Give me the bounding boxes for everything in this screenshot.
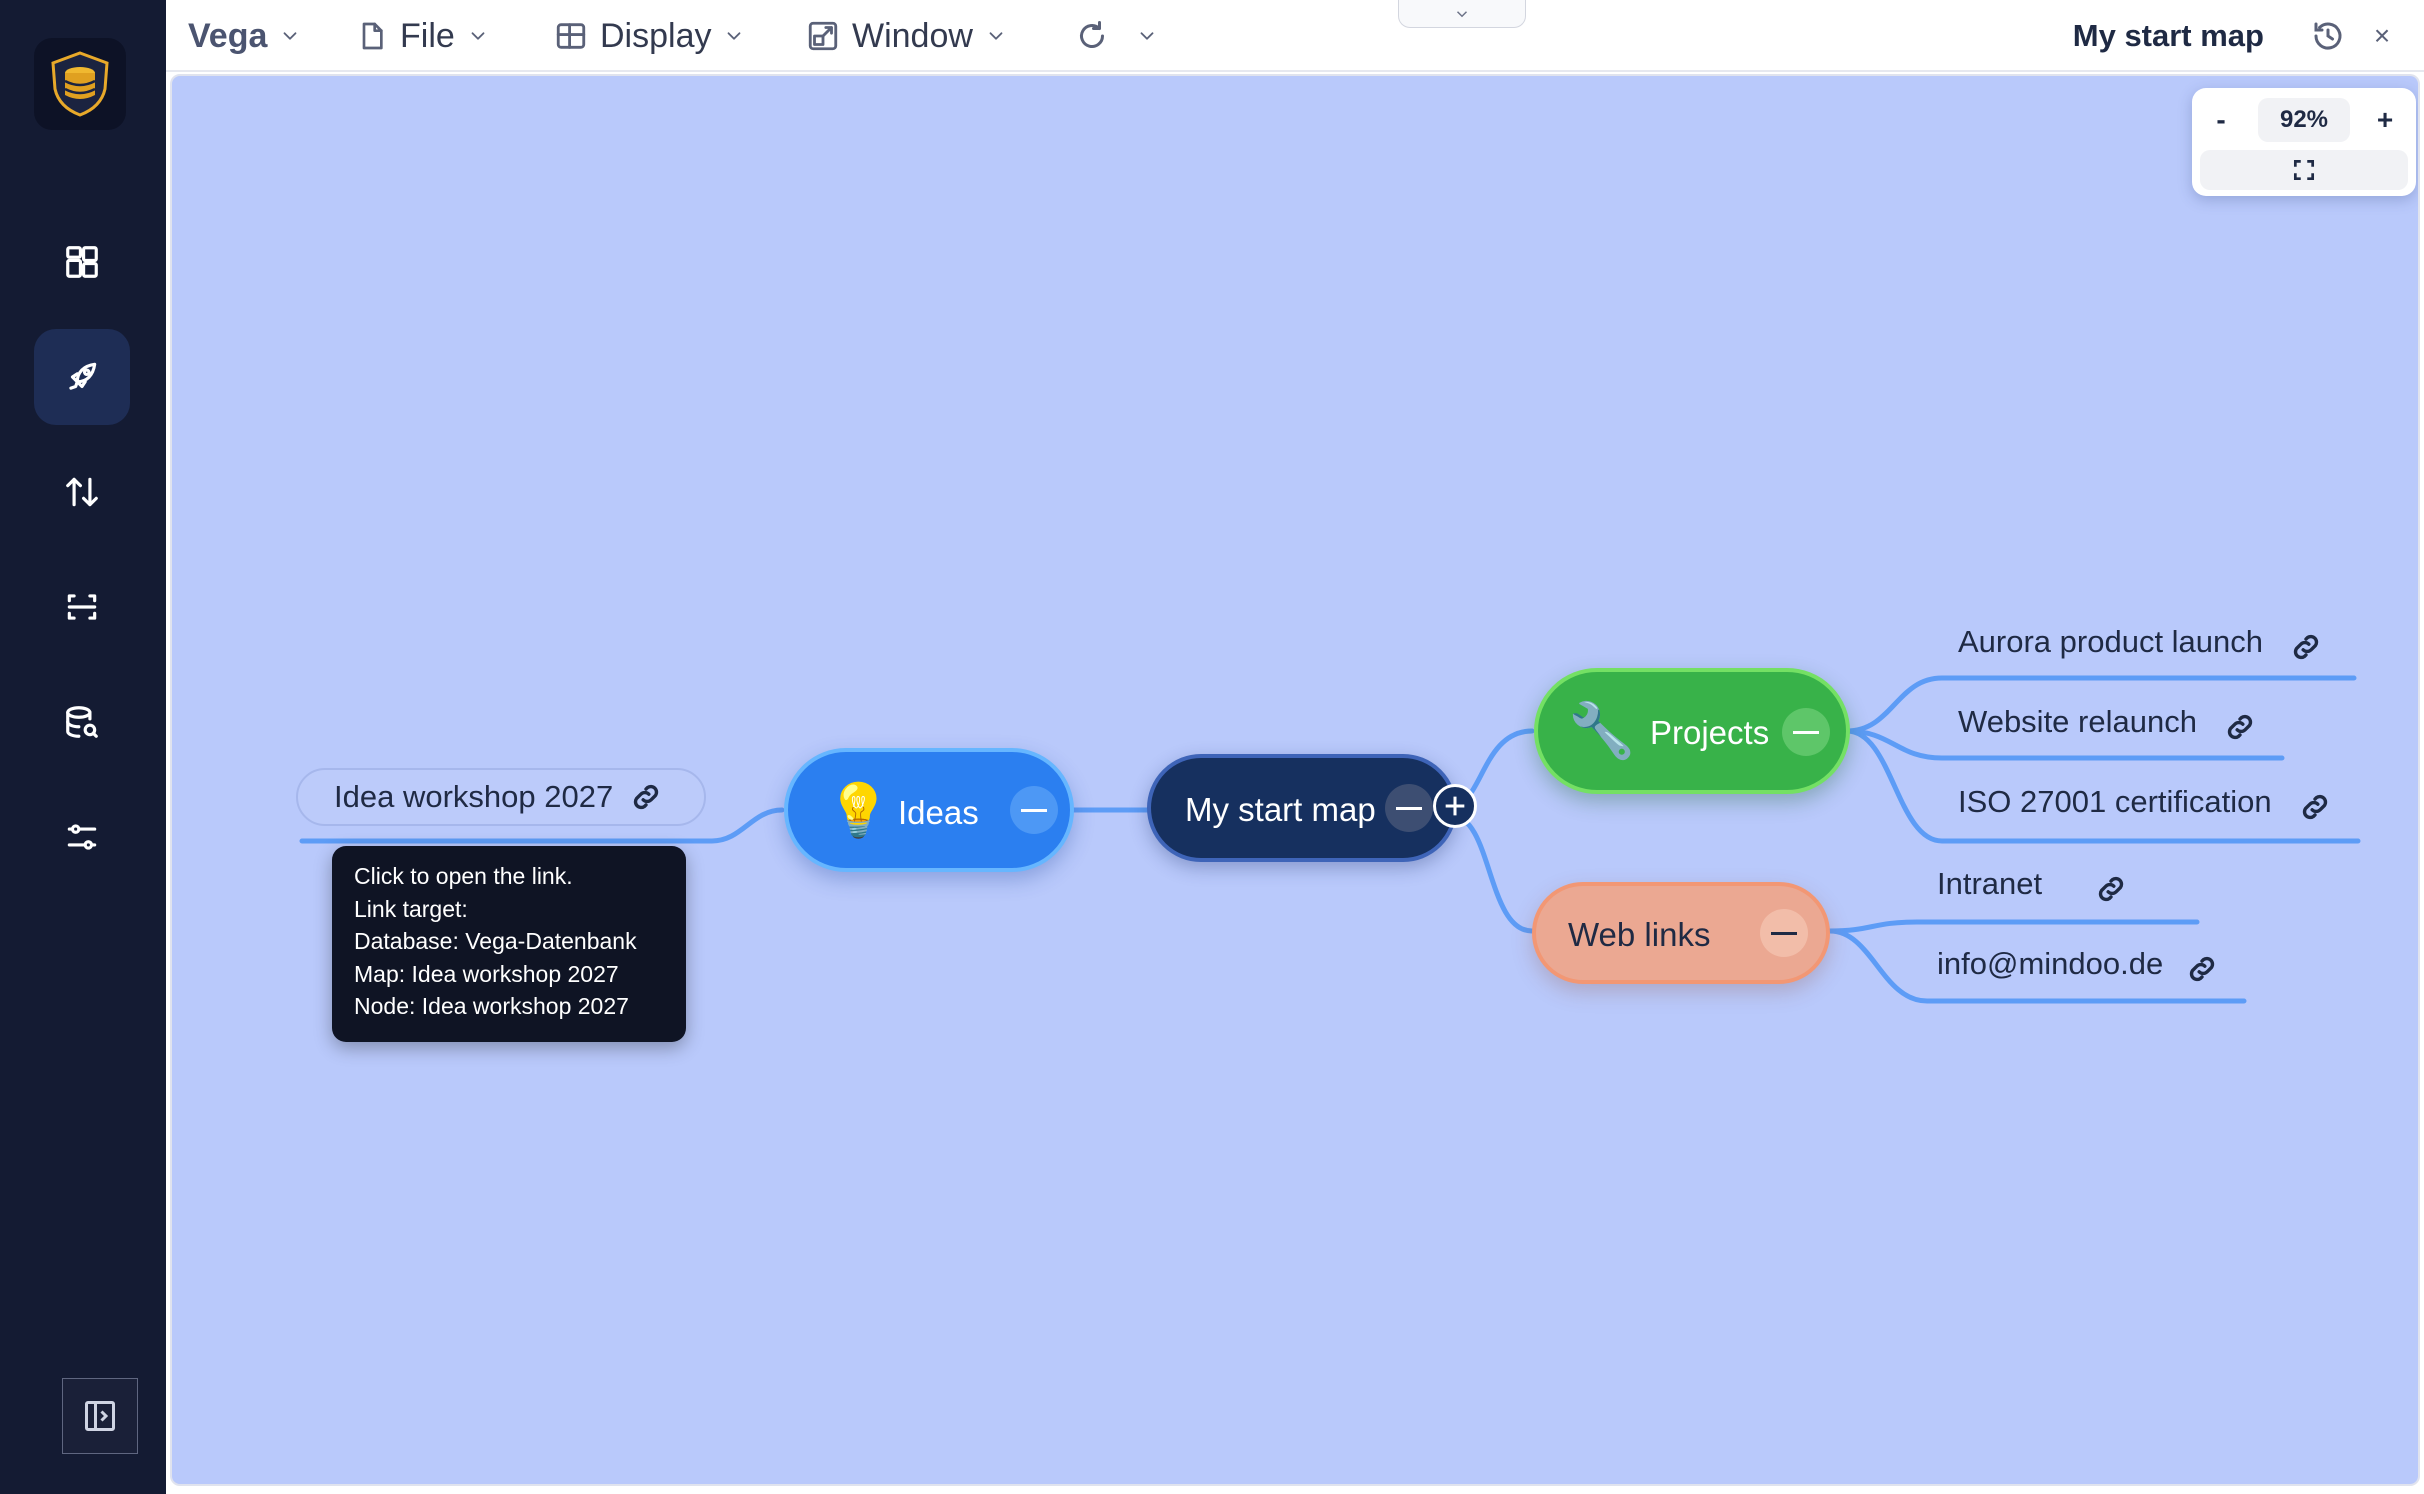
app-logo <box>34 38 126 130</box>
node-label: My start map <box>1185 791 1376 828</box>
leaf-label: info@mindoo.de <box>1937 946 2164 981</box>
leaf-label: Idea workshop 2027 <box>334 779 614 814</box>
leaf-email[interactable]: info@mindoo.de <box>1937 942 2219 986</box>
leaf-iso-certification[interactable]: ISO 27001 certification <box>1958 780 2332 824</box>
node-projects[interactable]: 🔧 Projects <box>1534 668 1850 794</box>
brand-label: Vega <box>188 16 268 55</box>
link-icon <box>2185 952 2219 986</box>
shield-database-icon <box>51 51 109 117</box>
node-label: Projects <box>1650 714 1770 751</box>
display-menu-label: Display <box>600 16 712 55</box>
sliders-icon <box>67 824 97 850</box>
wrench-icon: 🔧 <box>1568 701 1636 761</box>
link-icon <box>2094 872 2128 906</box>
sidebar-item-start[interactable] <box>34 329 130 425</box>
file-icon <box>362 22 383 50</box>
chevron-down-icon <box>1456 10 1468 17</box>
tooltip-line: Click to open the link. <box>354 863 573 889</box>
layout-grid-icon <box>556 23 586 49</box>
link-tooltip: Click to open the link. Link target: Dat… <box>332 846 686 1042</box>
history-button[interactable] <box>2306 14 2350 58</box>
window-expand-icon <box>808 21 838 51</box>
chevron-down-icon <box>471 32 485 40</box>
sidebar-item-sort[interactable] <box>34 444 130 540</box>
tooltip-line: Node: Idea workshop 2027 <box>354 993 629 1019</box>
file-menu[interactable]: File <box>356 0 489 72</box>
toolbar-pull-tab[interactable] <box>1398 0 1526 28</box>
history-icon <box>2314 22 2342 50</box>
leaf-label: ISO 27001 certification <box>1958 784 2272 819</box>
zoom-value: 92% <box>2258 98 2350 142</box>
link-icon <box>2223 710 2257 744</box>
chevron-down-icon <box>283 32 297 40</box>
map-title: My start map <box>2072 18 2264 53</box>
zoom-panel: - 92% + <box>2192 88 2416 196</box>
leaf-idea-workshop[interactable]: Idea workshop 2027 <box>296 768 706 826</box>
sidebar-item-database[interactable] <box>34 674 130 770</box>
sidebar-collapse-button[interactable] <box>62 1378 138 1454</box>
add-child-button[interactable] <box>1433 784 1477 828</box>
node-ideas[interactable]: 💡 Ideas <box>784 748 1074 872</box>
leaf-label: Aurora product launch <box>1958 624 2264 659</box>
connector-web-1 <box>1827 919 2200 934</box>
sidebar-toggle-icon <box>85 1401 115 1431</box>
display-menu[interactable]: Display <box>554 0 745 72</box>
refresh-icon <box>1080 21 1104 48</box>
sidebar-item-settings[interactable] <box>34 789 130 885</box>
link-icon <box>2298 790 2332 824</box>
minus-icon <box>1396 806 1422 810</box>
leaf-label: Website relaunch <box>1958 704 2197 739</box>
collapse-button[interactable] <box>1010 786 1058 834</box>
brand-menu[interactable]: Vega <box>188 0 301 72</box>
plus-icon <box>1445 796 1465 816</box>
lightbulb-icon: 💡 <box>826 782 891 840</box>
minus-icon <box>1021 808 1047 812</box>
tooltip-line: Link target: <box>354 895 468 922</box>
database-search-icon <box>66 706 98 738</box>
minus-icon <box>1771 931 1797 935</box>
close-button[interactable]: × <box>2366 20 2398 52</box>
file-menu-label: File <box>400 16 455 55</box>
window-menu[interactable]: Window <box>806 0 1007 72</box>
collapse-button[interactable] <box>1760 909 1808 957</box>
link-icon <box>2289 630 2323 664</box>
node-root[interactable]: My start map <box>1147 754 1477 862</box>
rocket-icon <box>69 362 97 390</box>
leaf-label: Intranet <box>1937 866 2043 901</box>
zoom-out-button[interactable]: - <box>2206 100 2236 140</box>
chevron-down-icon <box>1140 32 1154 40</box>
node-label: Web links <box>1568 916 1711 953</box>
sidebar-item-scan[interactable] <box>34 559 130 655</box>
dashboard-icon <box>66 246 98 278</box>
refresh-menu[interactable] <box>1074 0 1158 72</box>
fit-view-button[interactable] <box>2200 150 2408 190</box>
tooltip-line: Map: Idea workshop 2027 <box>354 960 619 987</box>
scan-frame-icon <box>67 594 97 620</box>
connector-root-weblinks <box>1449 813 1535 934</box>
sidebar <box>0 0 166 1494</box>
fullscreen-icon <box>2293 159 2315 181</box>
node-label: Ideas <box>898 794 979 831</box>
window-menu-label: Window <box>852 16 973 55</box>
tooltip-line: Database: Vega-Datenbank <box>354 928 637 954</box>
zoom-in-button[interactable]: + <box>2370 100 2400 140</box>
leaf-website-relaunch[interactable]: Website relaunch <box>1958 700 2257 744</box>
sort-arrows-icon <box>66 477 98 507</box>
leaf-intranet[interactable]: Intranet <box>1937 862 2128 906</box>
leaf-aurora[interactable]: Aurora product launch <box>1958 620 2323 664</box>
sidebar-item-dashboard[interactable] <box>34 214 130 310</box>
link-icon <box>629 780 663 814</box>
collapse-button[interactable] <box>1782 708 1830 756</box>
top-bar: Vega File Display Window My start map × <box>166 0 2424 72</box>
chevron-down-icon <box>989 32 1003 40</box>
minus-icon <box>1793 730 1819 734</box>
collapse-button[interactable] <box>1385 784 1433 832</box>
chevron-down-icon <box>728 32 741 40</box>
node-weblinks[interactable]: Web links <box>1532 882 1830 984</box>
mindmap-canvas[interactable]: - 92% + Idea workshop 2027 Click to open… <box>170 74 2420 1486</box>
